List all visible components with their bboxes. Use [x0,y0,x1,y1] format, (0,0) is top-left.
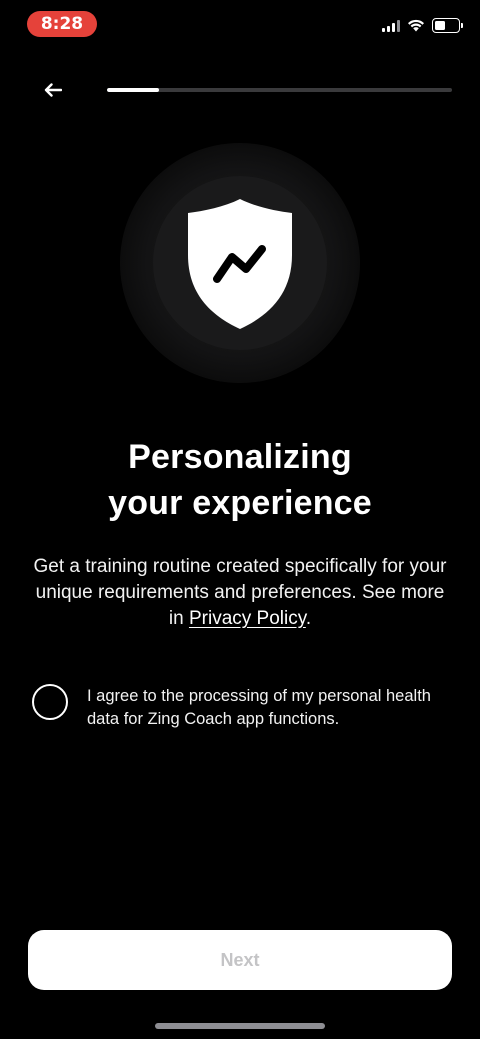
status-icons [382,18,463,33]
battery-icon [432,18,463,33]
onboarding-progress-bar [107,88,452,92]
page-title: Personalizing your experience [0,434,480,526]
next-button[interactable]: Next [28,930,452,990]
onboarding-screen: 8:28 Personalizing your experience Get a… [0,0,480,1039]
page-title-line-2: your experience [108,484,372,522]
arrow-left-icon [44,83,62,97]
cellular-signal-icon [382,19,400,32]
consent-text: I agree to the processing of my personal… [87,687,431,728]
battery-level [435,21,445,30]
page-subtitle: Get a training routine created specifica… [30,554,450,632]
wifi-icon [408,19,424,32]
shield-lightning-icon [188,199,292,329]
consent-radio[interactable] [32,684,68,720]
status-time: 8:28 [27,11,97,37]
status-bar: 8:28 [0,0,480,48]
privacy-policy-link[interactable]: Privacy Policy [189,608,306,629]
consent-row[interactable]: I agree to the processing of my personal… [32,684,452,731]
page-title-line-1: Personalizing [128,438,352,476]
home-indicator [155,1023,325,1029]
progress-fill [107,88,159,92]
back-button[interactable] [38,76,68,104]
subtitle-end: . [305,608,312,629]
